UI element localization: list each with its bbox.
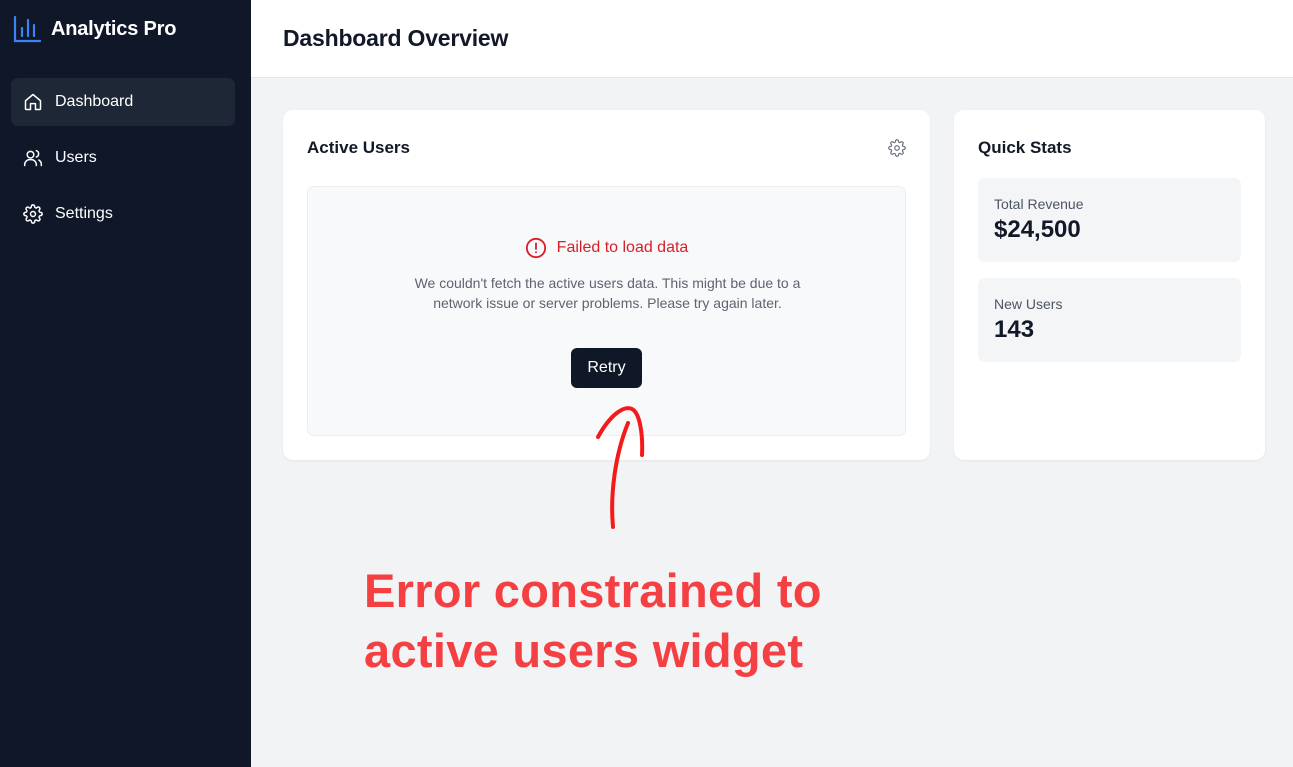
widget-title: Active Users [307, 138, 411, 157]
stat-card-total-revenue: Total Revenue $24,500 [978, 178, 1241, 262]
gear-icon [22, 203, 44, 225]
stat-label: New Users [994, 296, 1063, 312]
error-header: Failed to load data [308, 237, 905, 259]
annotation-text: Error constrained to active users widget [364, 561, 822, 681]
page-header: Dashboard Overview [251, 0, 1293, 78]
stat-value: 143 [994, 316, 1035, 343]
stat-card-new-users: New Users 143 [978, 278, 1241, 362]
gear-icon[interactable] [888, 139, 906, 157]
sidebar-item-dashboard[interactable]: Dashboard [11, 78, 235, 126]
sidebar-item-users[interactable]: Users [11, 134, 235, 182]
sidebar-item-label: Settings [55, 205, 113, 222]
annotation-arrow [596, 406, 645, 529]
widget-title: Quick Stats [978, 138, 1072, 157]
bar-chart-icon [12, 14, 42, 44]
quick-stats-widget: Quick Stats Total Revenue $24,500 New Us… [954, 110, 1265, 460]
annotation-line-1: Error constrained to [364, 564, 822, 617]
page-title: Dashboard Overview [283, 25, 509, 51]
error-message: We couldn't fetch the active users data.… [414, 275, 801, 311]
home-icon [22, 91, 44, 113]
alert-circle-icon [525, 237, 547, 259]
sidebar-item-label: Dashboard [55, 93, 134, 110]
app-name: Analytics Pro [51, 17, 177, 40]
annotation-line-2: active users widget [364, 624, 804, 677]
sidebar: Analytics Pro Dashboard Users Settings [0, 0, 251, 767]
sidebar-item-label: Users [55, 149, 97, 166]
stat-value: $24,500 [994, 216, 1081, 243]
sidebar-item-settings[interactable]: Settings [11, 190, 235, 238]
retry-button[interactable]: Retry [571, 348, 642, 388]
users-icon [22, 147, 44, 169]
brand: Analytics Pro [12, 14, 176, 44]
error-title: Failed to load data [556, 239, 689, 256]
stat-label: Total Revenue [994, 196, 1084, 212]
